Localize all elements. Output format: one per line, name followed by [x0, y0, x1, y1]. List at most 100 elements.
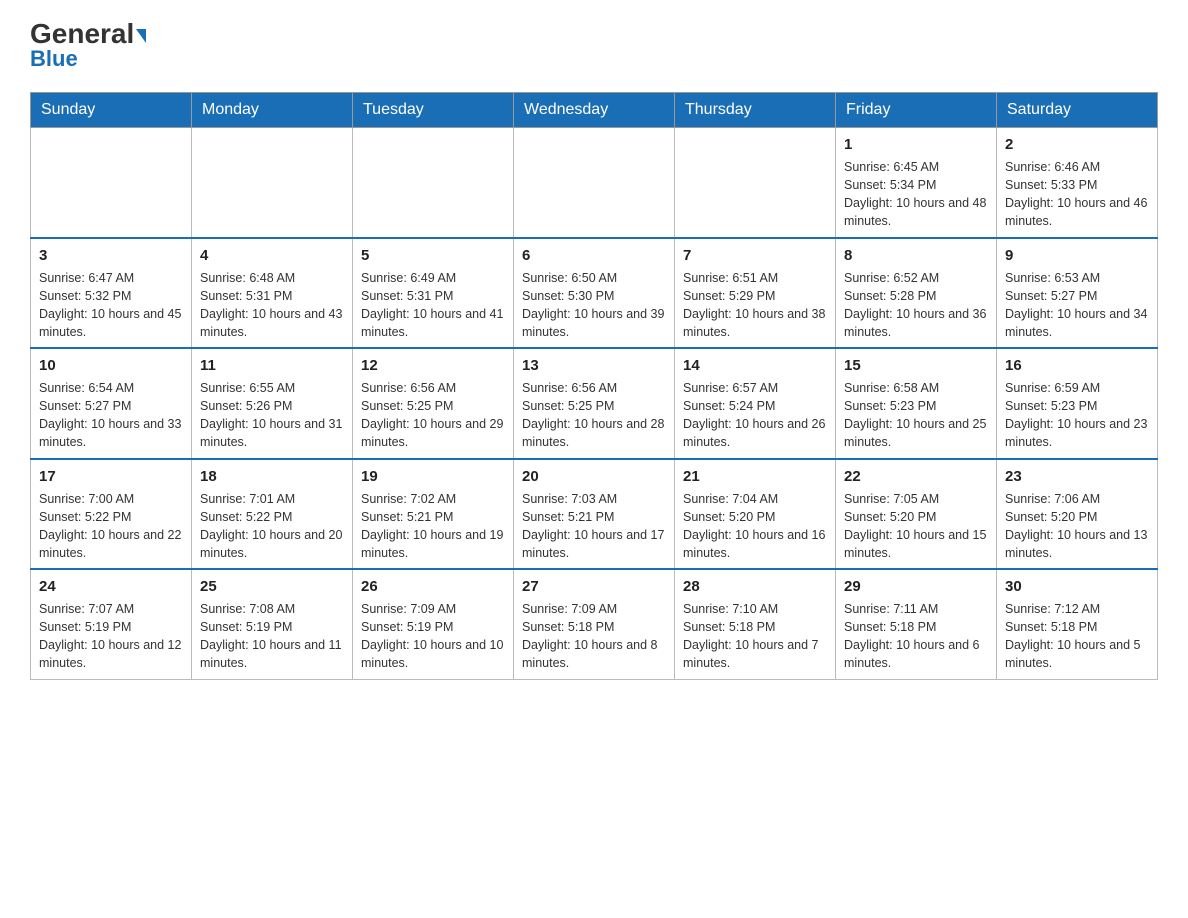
day-number: 20: [522, 466, 666, 487]
day-number: 4: [200, 245, 344, 266]
day-info: Sunrise: 7:10 AMSunset: 5:18 PMDaylight:…: [683, 600, 827, 673]
calendar-cell: [514, 128, 675, 238]
calendar-cell: 22 Sunrise: 7:05 AMSunset: 5:20 PMDayligh…: [836, 459, 997, 570]
day-info: Sunrise: 6:56 AMSunset: 5:25 PMDaylight:…: [522, 379, 666, 452]
day-number: 12: [361, 355, 505, 376]
day-info: Sunrise: 6:59 AMSunset: 5:23 PMDaylight:…: [1005, 379, 1149, 452]
day-info: Sunrise: 6:53 AMSunset: 5:27 PMDaylight:…: [1005, 269, 1149, 342]
logo: General Blue: [30, 20, 146, 72]
weekday-header-monday: Monday: [192, 93, 353, 128]
day-info: Sunrise: 6:48 AMSunset: 5:31 PMDaylight:…: [200, 269, 344, 342]
day-number: 1: [844, 134, 988, 155]
day-number: 2: [1005, 134, 1149, 155]
day-number: 21: [683, 466, 827, 487]
calendar-cell: 19 Sunrise: 7:02 AMSunset: 5:21 PMDayligh…: [353, 459, 514, 570]
calendar-cell: 4 Sunrise: 6:48 AMSunset: 5:31 PMDaylight…: [192, 238, 353, 349]
day-number: 14: [683, 355, 827, 376]
calendar-cell: 2Sunrise: 6:46 AMSunset: 5:33 PMDaylight…: [997, 128, 1158, 238]
calendar-week-row: 10Sunrise: 6:54 AMSunset: 5:27 PMDayligh…: [31, 348, 1158, 459]
day-number: 5: [361, 245, 505, 266]
day-info: Sunrise: 6:45 AMSunset: 5:34 PMDaylight:…: [844, 158, 988, 231]
calendar-cell: 30Sunrise: 7:12 AMSunset: 5:18 PMDayligh…: [997, 569, 1158, 679]
day-info: Sunrise: 7:06 AMSunset: 5:20 PMDaylight:…: [1005, 490, 1149, 563]
day-info: Sunrise: 7:02 AMSunset: 5:21 PMDaylight:…: [361, 490, 505, 563]
day-info: Sunrise: 7:11 AMSunset: 5:18 PMDaylight:…: [844, 600, 988, 673]
day-number: 8: [844, 245, 988, 266]
calendar-cell: 10Sunrise: 6:54 AMSunset: 5:27 PMDayligh…: [31, 348, 192, 459]
day-number: 9: [1005, 245, 1149, 266]
calendar-cell: 24 Sunrise: 7:07 AMSunset: 5:19 PMDayligh…: [31, 569, 192, 679]
day-number: 26: [361, 576, 505, 597]
day-number: 6: [522, 245, 666, 266]
day-number: 16: [1005, 355, 1149, 376]
logo-blue-text: Blue: [30, 46, 78, 72]
calendar-cell: 28 Sunrise: 7:10 AMSunset: 5:18 PMDayligh…: [675, 569, 836, 679]
calendar-cell: 11Sunrise: 6:55 AMSunset: 5:26 PMDayligh…: [192, 348, 353, 459]
calendar-cell: [353, 128, 514, 238]
calendar-cell: 7 Sunrise: 6:51 AMSunset: 5:29 PMDaylight…: [675, 238, 836, 349]
day-number: 23: [1005, 466, 1149, 487]
day-info: Sunrise: 7:07 AMSunset: 5:19 PMDaylight:…: [39, 600, 183, 673]
day-number: 27: [522, 576, 666, 597]
day-info: Sunrise: 6:51 AMSunset: 5:29 PMDaylight:…: [683, 269, 827, 342]
calendar-cell: 18 Sunrise: 7:01 AMSunset: 5:22 PMDayligh…: [192, 459, 353, 570]
day-number: 17: [39, 466, 183, 487]
day-info: Sunrise: 6:55 AMSunset: 5:26 PMDaylight:…: [200, 379, 344, 452]
day-number: 25: [200, 576, 344, 597]
calendar-table: SundayMondayTuesdayWednesdayThursdayFrid…: [30, 92, 1158, 680]
logo-general-text: General: [30, 20, 146, 48]
day-info: Sunrise: 6:56 AMSunset: 5:25 PMDaylight:…: [361, 379, 505, 452]
day-info: Sunrise: 6:57 AMSunset: 5:24 PMDaylight:…: [683, 379, 827, 452]
day-info: Sunrise: 7:05 AMSunset: 5:20 PMDaylight:…: [844, 490, 988, 563]
calendar-cell: 17 Sunrise: 7:00 AMSunset: 5:22 PMDayligh…: [31, 459, 192, 570]
day-number: 30: [1005, 576, 1149, 597]
day-number: 7: [683, 245, 827, 266]
day-info: Sunrise: 6:47 AMSunset: 5:32 PMDaylight:…: [39, 269, 183, 342]
day-info: Sunrise: 6:50 AMSunset: 5:30 PMDaylight:…: [522, 269, 666, 342]
calendar-cell: 14 Sunrise: 6:57 AMSunset: 5:24 PMDayligh…: [675, 348, 836, 459]
day-info: Sunrise: 7:09 AMSunset: 5:18 PMDaylight:…: [522, 600, 666, 673]
calendar-cell: 1 Sunrise: 6:45 AMSunset: 5:34 PMDaylight…: [836, 128, 997, 238]
day-info: Sunrise: 6:52 AMSunset: 5:28 PMDaylight:…: [844, 269, 988, 342]
day-number: 24: [39, 576, 183, 597]
day-info: Sunrise: 7:00 AMSunset: 5:22 PMDaylight:…: [39, 490, 183, 563]
calendar-cell: 25 Sunrise: 7:08 AMSunset: 5:19 PMDayligh…: [192, 569, 353, 679]
day-number: 22: [844, 466, 988, 487]
weekday-header-thursday: Thursday: [675, 93, 836, 128]
weekday-header-wednesday: Wednesday: [514, 93, 675, 128]
calendar-cell: [192, 128, 353, 238]
calendar-cell: 16 Sunrise: 6:59 AMSunset: 5:23 PMDayligh…: [997, 348, 1158, 459]
day-number: 15: [844, 355, 988, 376]
day-info: Sunrise: 7:01 AMSunset: 5:22 PMDaylight:…: [200, 490, 344, 563]
calendar-week-row: 3Sunrise: 6:47 AMSunset: 5:32 PMDaylight…: [31, 238, 1158, 349]
day-info: Sunrise: 7:09 AMSunset: 5:19 PMDaylight:…: [361, 600, 505, 673]
day-info: Sunrise: 6:54 AMSunset: 5:27 PMDaylight:…: [39, 379, 183, 452]
calendar-week-row: 1 Sunrise: 6:45 AMSunset: 5:34 PMDaylight…: [31, 128, 1158, 238]
calendar-cell: 8 Sunrise: 6:52 AMSunset: 5:28 PMDaylight…: [836, 238, 997, 349]
day-number: 29: [844, 576, 988, 597]
day-info: Sunrise: 7:08 AMSunset: 5:19 PMDaylight:…: [200, 600, 344, 673]
weekday-header-tuesday: Tuesday: [353, 93, 514, 128]
day-number: 13: [522, 355, 666, 376]
calendar-cell: 12 Sunrise: 6:56 AMSunset: 5:25 PMDayligh…: [353, 348, 514, 459]
calendar-week-row: 17 Sunrise: 7:00 AMSunset: 5:22 PMDayligh…: [31, 459, 1158, 570]
calendar-cell: 27 Sunrise: 7:09 AMSunset: 5:18 PMDayligh…: [514, 569, 675, 679]
calendar-cell: [675, 128, 836, 238]
day-info: Sunrise: 7:04 AMSunset: 5:20 PMDaylight:…: [683, 490, 827, 563]
day-info: Sunrise: 6:58 AMSunset: 5:23 PMDaylight:…: [844, 379, 988, 452]
weekday-header-sunday: Sunday: [31, 93, 192, 128]
calendar-cell: 23 Sunrise: 7:06 AMSunset: 5:20 PMDayligh…: [997, 459, 1158, 570]
day-number: 18: [200, 466, 344, 487]
day-info: Sunrise: 7:03 AMSunset: 5:21 PMDaylight:…: [522, 490, 666, 563]
day-number: 28: [683, 576, 827, 597]
day-info: Sunrise: 6:49 AMSunset: 5:31 PMDaylight:…: [361, 269, 505, 342]
calendar-cell: 15 Sunrise: 6:58 AMSunset: 5:23 PMDayligh…: [836, 348, 997, 459]
day-number: 19: [361, 466, 505, 487]
calendar-cell: 20 Sunrise: 7:03 AMSunset: 5:21 PMDayligh…: [514, 459, 675, 570]
calendar-cell: 26 Sunrise: 7:09 AMSunset: 5:19 PMDayligh…: [353, 569, 514, 679]
weekday-header-saturday: Saturday: [997, 93, 1158, 128]
calendar-cell: 21 Sunrise: 7:04 AMSunset: 5:20 PMDayligh…: [675, 459, 836, 570]
weekday-header-row: SundayMondayTuesdayWednesdayThursdayFrid…: [31, 93, 1158, 128]
calendar-week-row: 24 Sunrise: 7:07 AMSunset: 5:19 PMDayligh…: [31, 569, 1158, 679]
calendar-cell: 29 Sunrise: 7:11 AMSunset: 5:18 PMDayligh…: [836, 569, 997, 679]
